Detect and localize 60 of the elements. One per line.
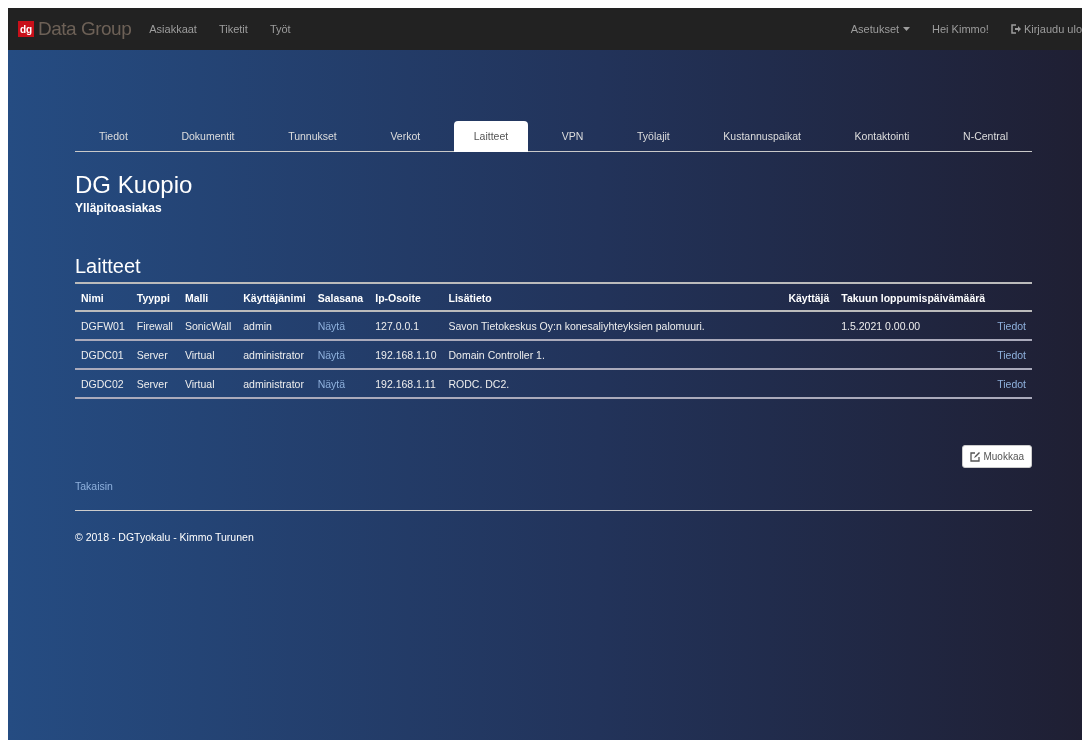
details-link[interactable]: Tiedot <box>997 378 1026 390</box>
column-header: Lisätieto <box>442 283 783 311</box>
table-cell: Virtual <box>178 340 238 369</box>
table-cell: Server <box>130 340 179 369</box>
logo-mark[interactable]: dg <box>18 21 34 37</box>
table-cell: 1.5.2021 0.00.00 <box>841 320 921 332</box>
table-cell: RODC. DC2. <box>442 369 783 398</box>
table-cell: administrator <box>237 340 312 369</box>
tab[interactable]: Tunnukset <box>268 121 357 151</box>
tab[interactable]: VPN <box>541 121 604 151</box>
table-cell: Virtual <box>178 369 238 398</box>
tab[interactable]: Dokumentit <box>161 121 255 151</box>
column-header: Malli <box>178 283 238 311</box>
table-cell: DGDC01 <box>75 340 131 369</box>
edit-button[interactable]: Muokkaa <box>962 445 1032 468</box>
nav-link[interactable]: Asiakkaat <box>149 23 197 35</box>
tab[interactable]: N-Central <box>943 121 1028 151</box>
column-header: Käyttäjä <box>782 283 836 311</box>
section-title: Laitteet <box>75 255 142 278</box>
tab[interactable]: Kustannuspaikat <box>703 121 821 151</box>
customer-name: DG Kuopio <box>75 171 194 199</box>
column-header: Tyyppi <box>130 283 179 311</box>
table-cell: DGDC02 <box>75 369 131 398</box>
table-cell: Domain Controller 1. <box>442 340 783 369</box>
logout-link[interactable]: Kirjaudu ulo <box>1010 23 1082 35</box>
column-header: Takuun loppumispäivämäärä <box>835 283 992 311</box>
table-cell: Server <box>130 369 179 398</box>
table-cell: 192.168.1.11 <box>369 369 443 398</box>
edit-icon <box>970 451 981 462</box>
table-cell: 192.168.1.10 <box>369 340 443 369</box>
table-cell: DGFW01 <box>75 311 131 340</box>
settings-dropdown[interactable]: Asetukset <box>850 23 911 35</box>
footer-text: © 2018 - DGTyokalu - Kimmo Turunen <box>75 531 255 543</box>
table-cell: Firewall <box>130 311 179 340</box>
details-link[interactable]: Tiedot <box>997 320 1026 332</box>
greeting-link[interactable]: Hei Kimmo! <box>932 23 989 35</box>
details-link[interactable]: Tiedot <box>997 349 1026 361</box>
back-link[interactable]: Takaisin <box>75 480 113 492</box>
caret-icon <box>903 27 911 31</box>
show-password-link[interactable]: Näytä <box>317 349 346 361</box>
column-header: Salasana <box>311 283 370 311</box>
tab[interactable]: Työlajit <box>617 121 690 151</box>
tab[interactable]: Verkot <box>370 121 441 151</box>
tab[interactable]: Laitteet <box>453 121 529 152</box>
tab[interactable]: Tiedot <box>79 121 148 151</box>
table-cell: admin <box>237 311 312 340</box>
column-header: Ip-Osoite <box>369 283 443 311</box>
show-password-link[interactable]: Näytä <box>317 320 346 332</box>
tab[interactable]: Kontaktointi <box>834 121 930 151</box>
table-cell: 127.0.0.1 <box>369 311 443 340</box>
nav-link[interactable]: Tiketit <box>218 23 248 35</box>
column-header: Nimi <box>75 283 131 311</box>
show-password-link[interactable]: Näytä <box>317 378 346 390</box>
table-cell: SonicWall <box>178 311 238 340</box>
column-header: Käyttäjänimi <box>237 283 312 311</box>
nav-link[interactable]: Työt <box>269 23 291 35</box>
logout-icon <box>1010 24 1021 34</box>
customer-type: Ylläpitoasiakas <box>75 201 163 215</box>
table-cell: administrator <box>237 369 312 398</box>
table-cell: Savon Tietokeskus Oy:n konesaliyhteyksien palomuuri. <box>442 311 783 340</box>
